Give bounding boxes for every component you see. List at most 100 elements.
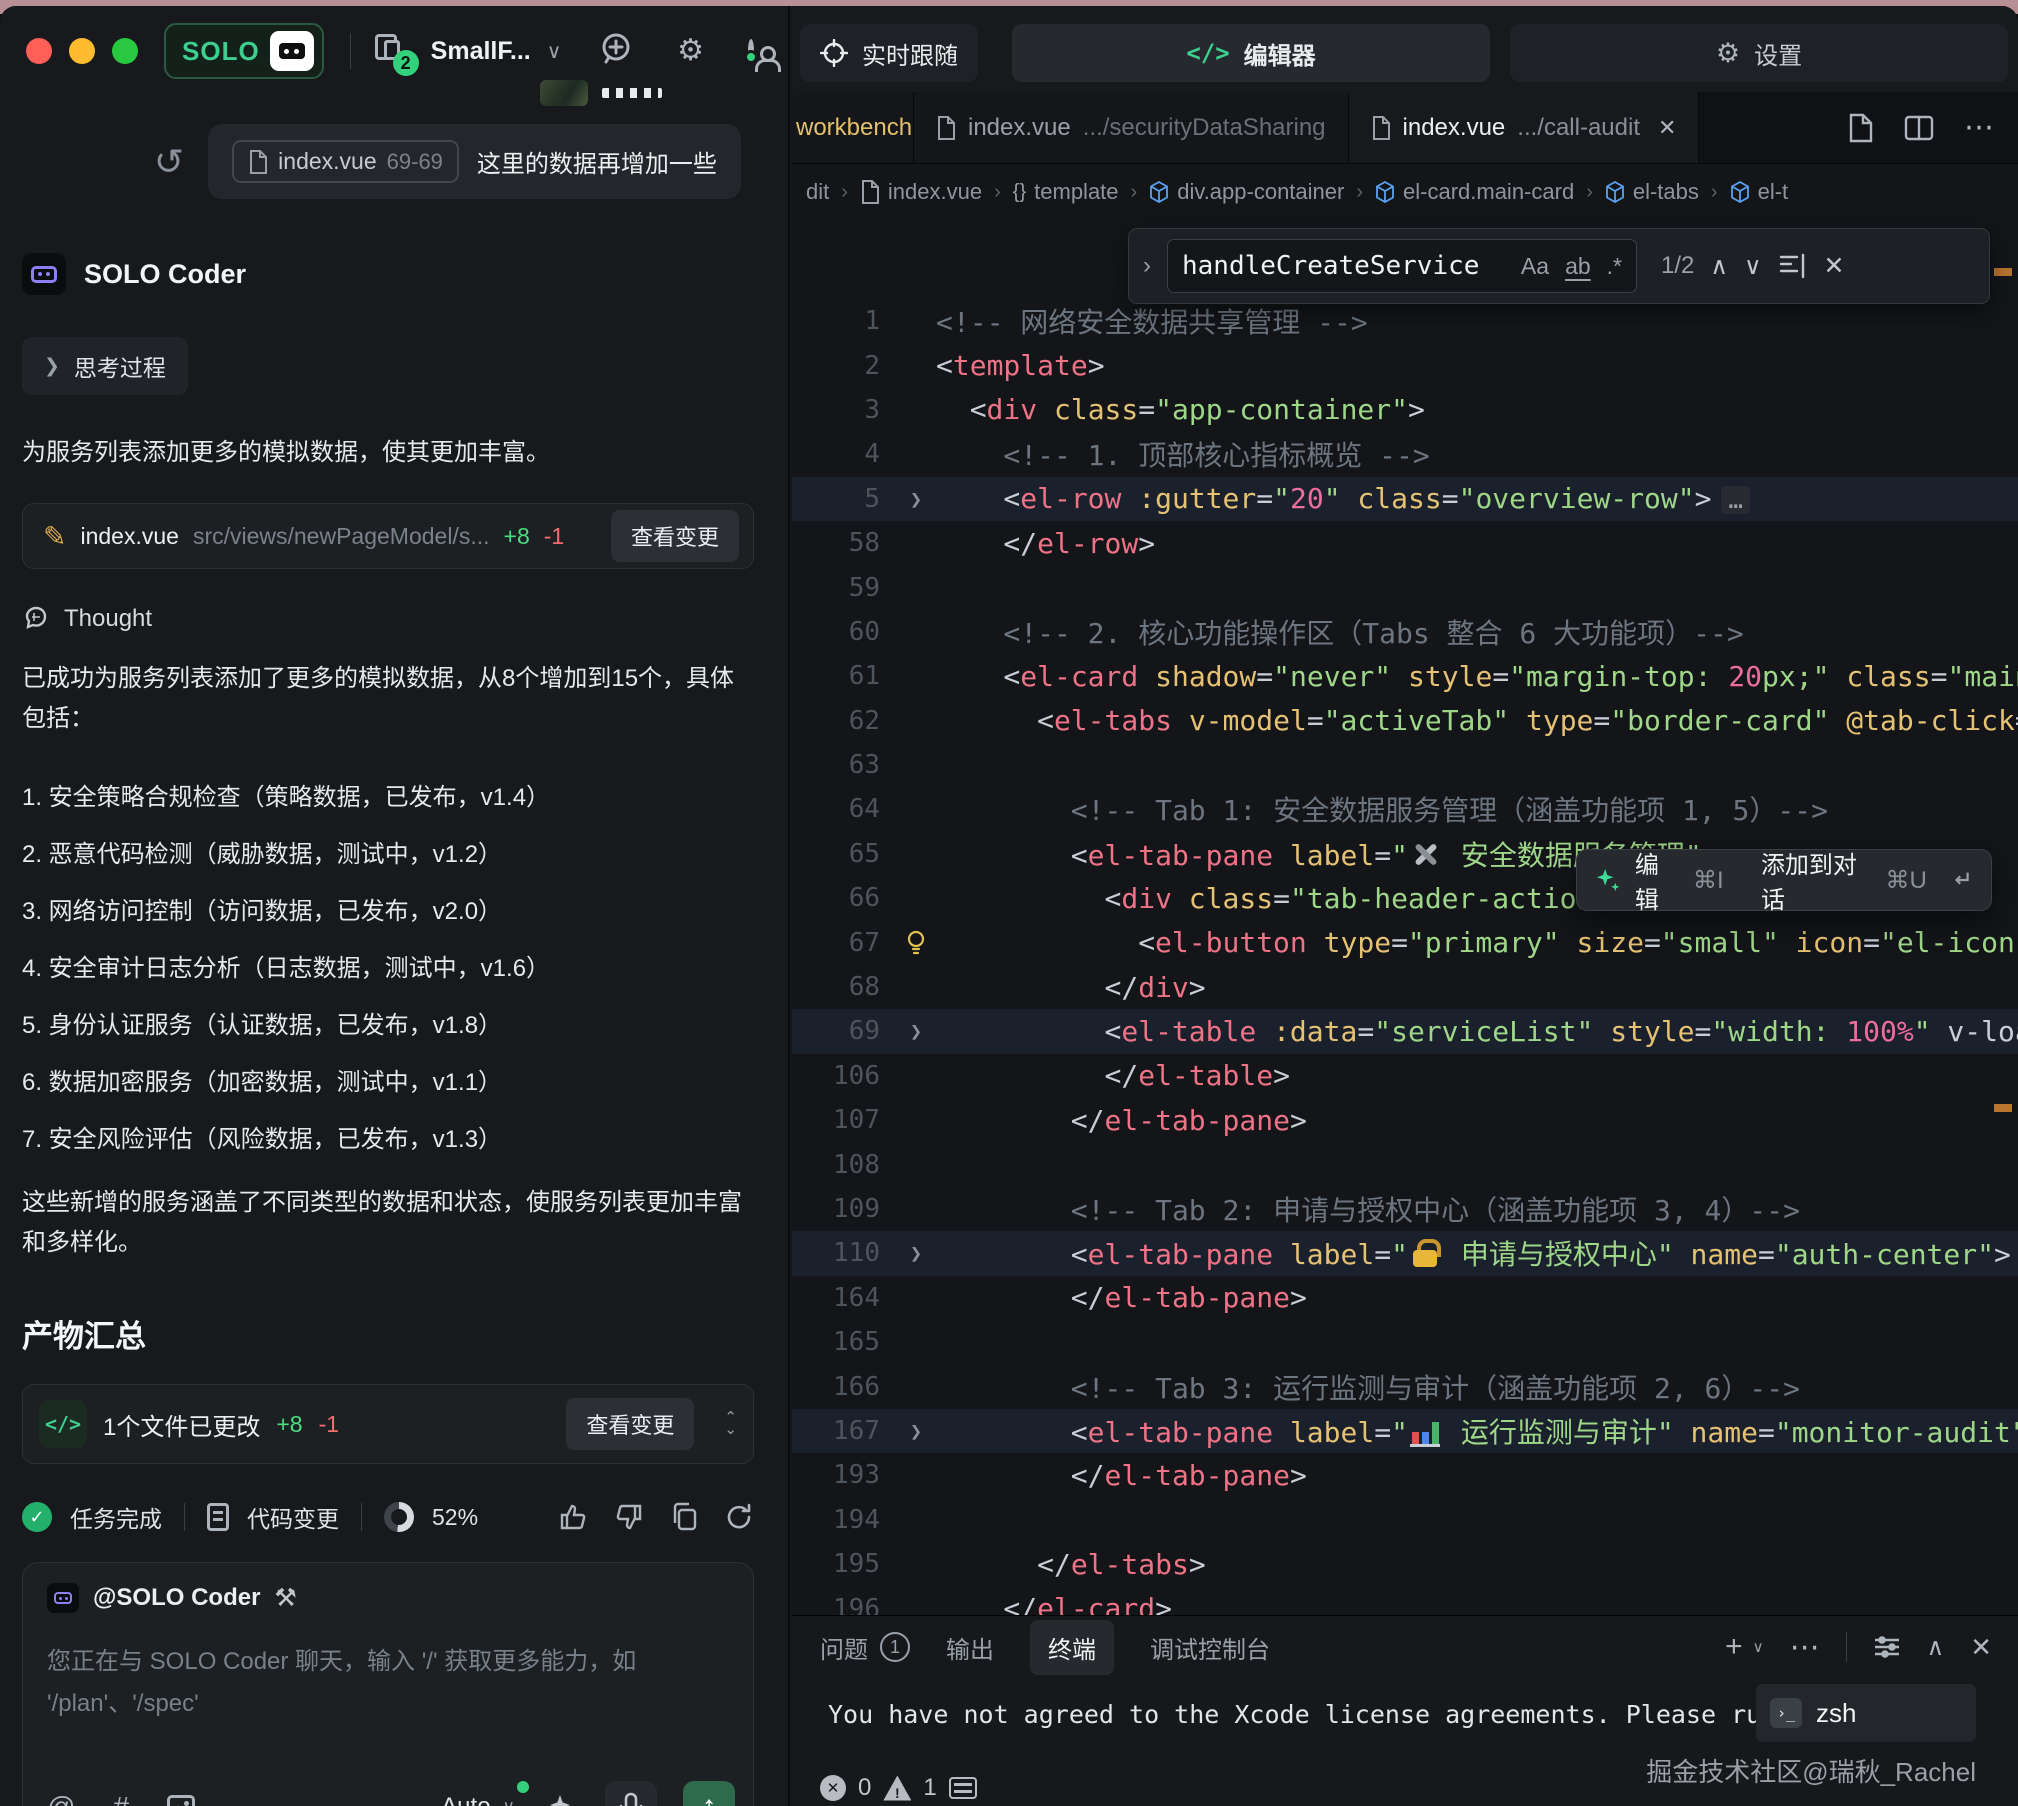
- panel-tab-2[interactable]: 终端: [1030, 1620, 1114, 1675]
- next-match-icon[interactable]: ∨: [1744, 252, 1762, 281]
- close-window-button[interactable]: [26, 38, 52, 64]
- fold-chevron-icon[interactable]: ❯: [896, 1019, 936, 1043]
- editor-tab-0[interactable]: workbench: [792, 92, 914, 163]
- code-line[interactable]: 3<div class="app-container">: [792, 388, 2018, 432]
- file-reference-chip[interactable]: index.vue 69-69: [232, 140, 459, 183]
- code-editor[interactable]: 1<!-- 网络安全数据共享管理 -->2<template>3<div cla…: [792, 221, 2018, 1615]
- breadcrumb-item[interactable]: dit: [806, 179, 829, 205]
- problems-statusbar[interactable]: ✕ 0 ! 1: [820, 1774, 977, 1802]
- send-button[interactable]: ↑: [683, 1781, 735, 1806]
- panel-tab-1[interactable]: 输出: [946, 1630, 994, 1665]
- code-line[interactable]: 69❯<el-table :data="serviceList" style="…: [792, 1009, 2018, 1053]
- code-line[interactable]: 1<!-- 网络安全数据共享管理 -->: [792, 299, 2018, 343]
- code-line[interactable]: 68</div>: [792, 965, 2018, 1009]
- model-selector[interactable]: Auto ∨: [441, 1793, 521, 1806]
- breadcrumb-item[interactable]: {}template: [1013, 179, 1119, 205]
- code-line[interactable]: 62<el-tabs v-model="activeTab" type="bor…: [792, 699, 2018, 743]
- code-line[interactable]: 167❯<el-tab-pane label=" 运行监测与审计" name="…: [792, 1409, 2018, 1453]
- artifact-summary-card[interactable]: </> 1个文件已更改 +8 -1 查看变更 ⌃⌄: [22, 1384, 754, 1464]
- thinking-process-toggle[interactable]: ❯ 思考过程: [22, 337, 188, 395]
- find-input[interactable]: handleCreateService Aa ab .*: [1167, 239, 1637, 293]
- editor-tab-2[interactable]: index.vue.../call-audit✕: [1349, 92, 1700, 163]
- panel-tab-3[interactable]: 调试控制台: [1150, 1630, 1270, 1665]
- terminal-profile-chevron-icon[interactable]: ∨: [1753, 1638, 1764, 1656]
- code-line[interactable]: 4<!-- 1. 顶部核心指标概览 -->: [792, 432, 2018, 476]
- breadcrumb-item[interactable]: div.app-container: [1149, 179, 1344, 205]
- fold-chevron-icon[interactable]: ❯: [896, 1241, 936, 1265]
- code-line[interactable]: 193</el-tab-pane>: [792, 1453, 2018, 1497]
- thumbs-down-icon[interactable]: [614, 1502, 644, 1532]
- fold-chevron-icon[interactable]: ❯: [896, 487, 936, 511]
- more-actions-icon[interactable]: ⋯: [1964, 110, 1994, 145]
- panel-tab-0[interactable]: 问题1: [820, 1630, 910, 1665]
- view-segment-settings[interactable]: ⚙设置: [1510, 24, 2008, 82]
- breadcrumb-item[interactable]: el-tabs: [1605, 179, 1699, 205]
- code-line[interactable]: 61<el-card shadow="never" style="margin-…: [792, 654, 2018, 698]
- code-line[interactable]: 64<!-- Tab 1: 安全数据服务管理（涵盖功能项 1, 5）-->: [792, 787, 2018, 831]
- gear-icon[interactable]: ⚙: [677, 36, 704, 66]
- terminal-more-icon[interactable]: ⋯: [1790, 1630, 1820, 1665]
- find-in-selection-icon[interactable]: [1778, 252, 1808, 280]
- code-line[interactable]: 195</el-tabs>: [792, 1542, 2018, 1586]
- code-line[interactable]: 67<el-button type="primary" size="small"…: [792, 920, 2018, 964]
- workspace-name[interactable]: SmallF...: [431, 37, 531, 66]
- voice-input-button[interactable]: [605, 1781, 657, 1806]
- match-case-button[interactable]: Aa: [1521, 253, 1549, 280]
- panel-layout-icon[interactable]: [1873, 1634, 1901, 1660]
- artifact-view-changes-button[interactable]: 查看变更: [566, 1398, 694, 1450]
- breadcrumb-item[interactable]: index.vue: [860, 179, 982, 205]
- code-line[interactable]: 196</el-card>: [792, 1586, 2018, 1615]
- workspace-windows-icon[interactable]: 2: [375, 34, 409, 68]
- mention-icon[interactable]: @: [47, 1791, 75, 1806]
- tooltip-edit-label[interactable]: 编辑: [1635, 845, 1679, 915]
- chat-composer[interactable]: @SOLO Coder ⚒ 您正在与 SOLO Coder 聊天，输入 '/' …: [22, 1562, 754, 1806]
- account-button[interactable]: [748, 42, 754, 60]
- thumbs-up-icon[interactable]: [558, 1502, 588, 1532]
- view-changes-button[interactable]: 查看变更: [611, 510, 739, 562]
- lightbulb-icon[interactable]: [896, 929, 936, 957]
- chat-scroll-area[interactable]: ↺ index.vue 69-69 这里的数据再增加一些 SOLO Coder …: [0, 96, 788, 1806]
- context-hash-icon[interactable]: #: [113, 1791, 129, 1806]
- editor-tab-1[interactable]: index.vue.../securityDataSharing: [914, 92, 1349, 163]
- whole-word-button[interactable]: ab: [1565, 253, 1591, 280]
- expand-collapse-icon[interactable]: ⌃⌄: [724, 1412, 737, 1436]
- code-line[interactable]: 108: [792, 1142, 2018, 1186]
- code-line[interactable]: 63: [792, 743, 2018, 787]
- code-line[interactable]: 109<!-- Tab 2: 申请与授权中心（涵盖功能项 3, 4）-->: [792, 1187, 2018, 1231]
- attach-image-icon[interactable]: [167, 1795, 195, 1806]
- restore-checkpoint-icon[interactable]: ↺: [154, 144, 184, 180]
- composer-placeholder[interactable]: 您正在与 SOLO Coder 聊天，输入 '/' 获取更多能力，如 '/pla…: [47, 1641, 697, 1725]
- breadcrumb-item[interactable]: el-t: [1730, 179, 1789, 205]
- new-terminal-icon[interactable]: +: [1725, 1630, 1743, 1664]
- code-line[interactable]: 194: [792, 1498, 2018, 1542]
- code-line[interactable]: 165: [792, 1320, 2018, 1364]
- breadcrumb-item[interactable]: el-card.main-card: [1375, 179, 1574, 205]
- code-line[interactable]: 5❯<el-row :gutter="20" class="overview-r…: [792, 477, 2018, 521]
- file-change-card[interactable]: ✎ index.vue src/views/newPageModel/s... …: [22, 503, 754, 569]
- view-segment-follow[interactable]: 实时跟随: [800, 24, 978, 82]
- code-line[interactable]: 2<template>: [792, 343, 2018, 387]
- code-line[interactable]: 58</el-row>: [792, 521, 2018, 565]
- chevron-down-icon[interactable]: ∨: [547, 39, 562, 64]
- tooltip-add-label[interactable]: 添加到对话: [1761, 845, 1872, 915]
- minimize-window-button[interactable]: [69, 38, 95, 64]
- terminal-session-item[interactable]: ›_ zsh: [1756, 1684, 1976, 1742]
- code-line[interactable]: 59: [792, 565, 2018, 609]
- code-line[interactable]: 110❯<el-tab-pane label=" 申请与授权中心" name="…: [792, 1231, 2018, 1275]
- code-line[interactable]: 107</el-tab-pane>: [792, 1098, 2018, 1142]
- code-line[interactable]: 106</el-table>: [792, 1054, 2018, 1098]
- split-editor-icon[interactable]: [1904, 115, 1934, 141]
- sparkle-icon[interactable]: [547, 1791, 579, 1806]
- close-find-icon[interactable]: ✕: [1824, 251, 1845, 281]
- previous-match-icon[interactable]: ∧: [1710, 252, 1728, 281]
- code-change-label[interactable]: 代码变更: [247, 1500, 339, 1534]
- new-file-icon[interactable]: [1848, 113, 1874, 143]
- fold-chevron-icon[interactable]: ❯: [896, 1419, 936, 1443]
- code-line[interactable]: 164</el-tab-pane>: [792, 1276, 2018, 1320]
- toggle-replace-icon[interactable]: ›: [1143, 252, 1151, 280]
- regenerate-icon[interactable]: [724, 1502, 754, 1532]
- code-line[interactable]: 166<!-- Tab 3: 运行监测与审计（涵盖功能项 2, 6）-->: [792, 1364, 2018, 1408]
- solo-mode-toggle[interactable]: SOLO: [164, 23, 324, 79]
- new-chat-icon[interactable]: [599, 31, 633, 71]
- close-panel-icon[interactable]: ✕: [1970, 1632, 1992, 1663]
